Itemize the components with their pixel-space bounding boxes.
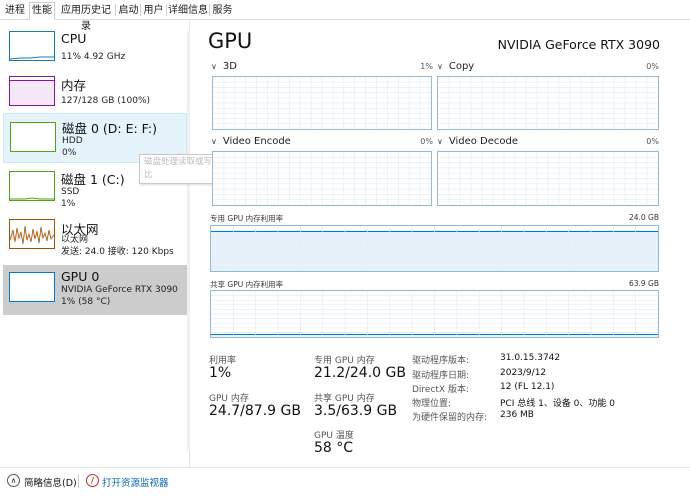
sidebar-item-ethernet[interactable]: 以太网 以太网 发送: 24.0 接收: 120 Kbps [3,217,187,263]
shared-memory-label: 共享 GPU 内存利用率 [210,280,284,289]
sidebar-item-detail: 1% [61,199,76,209]
chevron-down-icon: ∨ [211,62,217,71]
sidebar-item-detail: HDD [62,136,83,146]
chevron-down-icon: ∨ [437,137,443,146]
engine-label: 3D [222,61,237,72]
engine-selector-video-decode[interactable]: ∨ Video Decode [437,136,518,147]
cpu-thumbnail-graph [9,31,55,61]
info-key: 物理位置: [412,399,452,409]
gpu-memory-value: 24.7/87.9 GB [209,403,301,419]
sidebar-item-label: 内存 [61,78,87,93]
gpu-temperature-value: 58 °C [314,440,354,456]
shared-memory-max: 63.9 GB [628,279,659,288]
resource-monitor-icon: / [86,474,99,487]
sidebar-item-gpu-0[interactable]: GPU 0 NVIDIA GeForce RTX 3090 1% (58 °C) [3,265,187,315]
info-value: 31.0.15.3742 [500,353,561,363]
engine-selector-3d[interactable]: ∨ 3D [211,61,237,72]
info-key: 驱动程序版本: [412,356,470,366]
disk-thumbnail-graph [9,171,55,201]
tab-services[interactable]: 服务 [210,2,235,20]
engine-label: Video Decode [448,136,519,147]
tab-details[interactable]: 详细信息 [167,2,209,20]
engine-selector-copy[interactable]: ∨ Copy [437,61,474,72]
graph-video-decode [437,151,659,206]
graph-copy [437,76,659,130]
sidebar-item-label: CPU [61,31,87,46]
dedicated-memory-max: 24.0 GB [628,213,659,222]
sidebar-item-cpu[interactable]: CPU 11% 4.92 GHz [3,27,187,71]
ethernet-thumbnail-graph [9,219,55,249]
shared-memory-graph [210,290,659,338]
engine-percent: 1% [420,62,433,71]
engine-selector-video-encode[interactable]: ∨ Video Encode [211,136,291,147]
sidebar-item-detail: SSD [61,187,80,197]
graph-video-encode [212,151,432,206]
chevron-down-icon: ∨ [437,62,443,71]
info-value: 12 (FL 12.1) [500,382,555,392]
sidebar-item-detail: NVIDIA GeForce RTX 3090 [61,285,178,295]
sidebar-scrollbar[interactable] [187,31,190,451]
dedicated-memory-stat-value: 21.2/24.0 GB [314,365,406,381]
dedicated-memory-graph [210,225,659,272]
sidebar-item-memory[interactable]: 内存 127/128 GB (100%) [3,71,187,115]
summary-view-button[interactable]: 简略信息(D) [24,475,77,489]
tab-app-history[interactable]: 应用历史记录 [56,2,116,32]
info-value: PCI 总线 1、设备 0、功能 0 [500,399,615,409]
gpu-device-name: NVIDIA GeForce RTX 3090 [497,37,660,52]
sidebar-item-label: GPU 0 [61,269,100,284]
page-title: GPU [208,29,253,53]
open-resource-monitor-link[interactable]: 打开资源监视器 [102,475,169,489]
dedicated-memory-label: 专用 GPU 内存利用率 [210,214,284,223]
tab-startup[interactable]: 启动 [116,2,141,20]
sidebar-item-detail: 11% 4.92 GHz [61,52,126,62]
utilization-value: 1% [209,365,232,381]
engine-percent: 0% [646,62,659,71]
chevron-up-icon[interactable]: ∧ [7,474,20,487]
resource-sidebar: CPU 11% 4.92 GHz 内存 127/128 GB (100%) 磁盘… [0,21,190,467]
gpu-thumbnail-graph [9,272,55,302]
sidebar-item-detail: 127/128 GB (100%) [61,96,151,106]
engine-label: Video Encode [222,136,291,147]
sidebar-item-detail: 0% [62,148,77,158]
info-key: DirectX 版本: [412,385,470,395]
engine-percent: 0% [646,137,659,146]
tab-bar: 进程 性能 应用历史记录 启动 用户 详细信息 服务 [0,0,690,32]
tab-processes[interactable]: 进程 [2,2,28,20]
memory-thumbnail-graph [9,76,55,106]
disk-thumbnail-graph [10,122,56,152]
info-key: 为硬件保留的内存: [412,413,488,423]
shared-memory-stat-value: 3.5/63.9 GB [314,403,398,419]
graph-3d [212,76,432,130]
engine-label: Copy [448,61,475,72]
info-key: 驱动程序日期: [412,371,470,381]
tab-users[interactable]: 用户 [141,2,166,20]
sidebar-item-detail: 发送: 24.0 接收: 120 Kbps [61,247,174,257]
tab-performance[interactable]: 性能 [29,2,55,20]
engine-percent: 0% [420,137,433,146]
sidebar-item-detail: 以太网 [61,235,89,245]
footer-separator [78,474,79,488]
info-value: 2023/9/12 [500,368,547,378]
info-value: 236 MB [500,410,534,420]
chevron-down-icon: ∨ [211,137,217,146]
footer-bar: ∧ 简略信息(D) / 打开资源监视器 [0,467,690,496]
sidebar-item-detail: 1% (58 °C) [61,297,111,307]
